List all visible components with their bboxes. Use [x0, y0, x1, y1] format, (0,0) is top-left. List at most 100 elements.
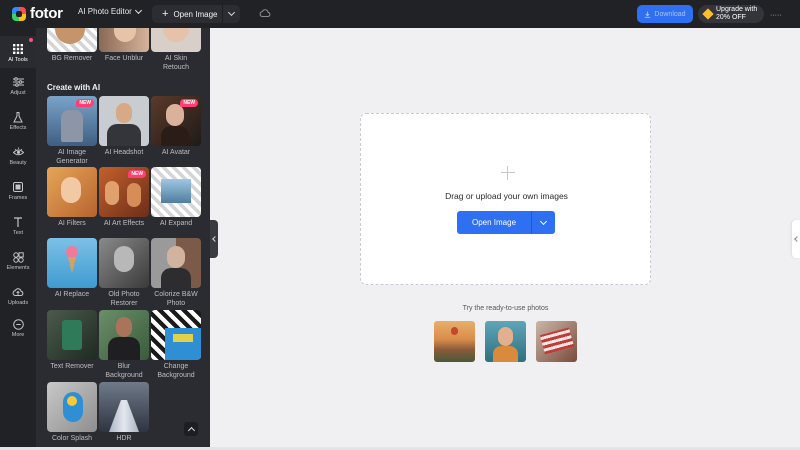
rail-item-more[interactable]: More	[0, 311, 36, 343]
rail-item-elements[interactable]: Elements	[0, 244, 36, 276]
hdr-thumbnail	[99, 382, 149, 432]
rail-item-frames[interactable]: Frames	[0, 174, 36, 206]
tool-old-photo-restorer[interactable]: Old Photo Restorer	[99, 238, 149, 308]
upgrade-text: Upgrade with 20% OFF	[716, 6, 757, 22]
rail-item-label: Frames	[8, 195, 28, 201]
rail-item-effects[interactable]: Effects	[0, 104, 36, 136]
face-unblur-thumbnail	[99, 28, 149, 52]
new-badge: NEW	[180, 99, 198, 107]
tool-label: AI Replace	[54, 291, 90, 298]
tool-label: HDR	[116, 435, 132, 442]
cloud-icon[interactable]	[259, 8, 271, 18]
section-title: Create with AI	[47, 83, 101, 92]
rail-item-label: Adjust	[10, 90, 26, 96]
sample-photo-portrait[interactable]	[485, 321, 526, 362]
tool-ai-art-effects[interactable]: NEW AI Art Effects	[99, 167, 149, 228]
rail-item-text[interactable]: Text	[0, 209, 36, 241]
diamond-icon	[702, 8, 714, 20]
ai-expand-thumbnail	[151, 167, 201, 217]
rail-item-ai-tools[interactable]: AI Tools	[0, 36, 36, 68]
scroll-to-top-button[interactable]	[184, 422, 198, 436]
blur-background-thumbnail	[99, 310, 149, 360]
tool-hdr[interactable]: HDR	[99, 382, 149, 443]
top-open-image-button[interactable]: + Open Image	[152, 8, 222, 20]
colorize-bw-photo-thumbnail	[151, 238, 201, 288]
collapse-panel-handle[interactable]	[210, 220, 218, 258]
rail-item-label: Beauty	[9, 160, 27, 166]
ai-image-generator-thumbnail: NEW	[47, 96, 97, 146]
download-button[interactable]: Download	[637, 5, 693, 23]
grid-icon	[12, 43, 24, 55]
tool-ai-headshot[interactable]: AI Headshot	[99, 96, 149, 157]
tool-change-background[interactable]: Change Background	[151, 310, 201, 380]
change-background-thumbnail	[151, 310, 201, 360]
chevron-left-icon	[794, 236, 800, 242]
sliders-icon	[12, 76, 24, 88]
tool-label: Old Photo Restorer	[108, 291, 140, 307]
color-splash-thumbnail	[47, 382, 97, 432]
tool-color-splash[interactable]: Color Splash	[47, 382, 97, 443]
plus-icon	[501, 166, 515, 180]
tool-colorize-bw-photo[interactable]: Colorize B&W Photo	[151, 238, 201, 308]
tool-ai-avatar[interactable]: NEW AI Avatar	[151, 96, 201, 157]
upgrade-button[interactable]: Upgrade with 20% OFF	[698, 5, 764, 23]
rail-item-label: Uploads	[7, 300, 29, 306]
chevron-left-icon	[212, 236, 218, 242]
chevron-down-icon	[227, 8, 236, 17]
tool-ai-skin-retouch[interactable]: AI Skin Retouch	[151, 28, 201, 72]
tool-text-remover[interactable]: Text Remover	[47, 310, 97, 371]
shapes-icon	[12, 251, 24, 263]
tool-ai-expand[interactable]: AI Expand	[151, 167, 201, 228]
open-image-dropdown[interactable]	[532, 211, 555, 234]
frame-icon	[12, 181, 24, 193]
top-open-image-label: Open Image	[173, 9, 218, 19]
right-panel-handle[interactable]	[792, 220, 800, 258]
tool-ai-filters[interactable]: AI Filters	[47, 167, 97, 228]
fotor-logo[interactable]: fotor	[12, 5, 63, 23]
tool-bg-remover[interactable]: BG Remover	[47, 28, 97, 63]
tool-face-unblur[interactable]: Face Unblur	[99, 28, 149, 63]
tool-label: Blur Background	[105, 363, 143, 379]
tool-label: AI Avatar	[161, 149, 191, 156]
tool-label: AI Art Effects	[103, 220, 145, 227]
sample-photo-still-life[interactable]	[536, 321, 577, 362]
rail-item-label: Text	[12, 230, 24, 236]
ai-avatar-thumbnail: NEW	[151, 96, 201, 146]
top-open-image-dropdown[interactable]	[223, 8, 240, 17]
rail-item-label: Effects	[9, 125, 27, 131]
old-photo-restorer-thumbnail	[99, 238, 149, 288]
rail-item-beauty[interactable]: Beauty	[0, 139, 36, 171]
tool-blur-background[interactable]: Blur Background	[99, 310, 149, 380]
download-icon	[645, 11, 651, 18]
tool-ai-replace[interactable]: AI Replace	[47, 238, 97, 299]
rail-item-label: More	[11, 332, 25, 338]
ai-replace-thumbnail	[47, 238, 97, 288]
sample-photo-balloons[interactable]	[434, 321, 475, 362]
editor-mode-select[interactable]: AI Photo Editor	[78, 6, 142, 16]
tool-label: Text Remover	[50, 363, 94, 370]
open-image-button[interactable]: Open Image	[457, 211, 531, 234]
dropzone-text: Drag or upload your own images	[445, 191, 568, 201]
left-rail: AI Tools Adjust Effects Beauty Frames Te…	[0, 28, 36, 450]
chevron-down-icon	[134, 6, 142, 14]
fotor-logo-icon	[12, 7, 26, 21]
tool-label: Change Background	[157, 363, 195, 379]
top-open-image-split-button: + Open Image	[152, 5, 240, 23]
rail-item-adjust[interactable]: Adjust	[0, 69, 36, 101]
chevron-down-icon	[539, 217, 548, 225]
tool-ai-image-generator[interactable]: NEW AI Image Generator	[47, 96, 97, 166]
bg-remover-thumbnail	[47, 28, 97, 52]
tool-label: Colorize B&W Photo	[154, 291, 198, 307]
logo-text: fotor	[30, 5, 63, 22]
new-badge: NEW	[76, 99, 94, 107]
tool-label: Color Splash	[51, 435, 93, 442]
rail-item-uploads[interactable]: Uploads	[0, 279, 36, 311]
tool-label: AI Image Generator	[56, 149, 88, 165]
notification-dot	[29, 38, 33, 42]
rail-item-label: AI Tools	[8, 57, 28, 63]
more-menu-icon[interactable]: ·····	[770, 12, 782, 19]
upload-dropzone[interactable]: Drag or upload your own images Open Imag…	[360, 113, 651, 285]
text-remover-thumbnail	[47, 310, 97, 360]
tool-label: AI Filters	[58, 220, 86, 227]
plus-icon: +	[162, 8, 169, 20]
